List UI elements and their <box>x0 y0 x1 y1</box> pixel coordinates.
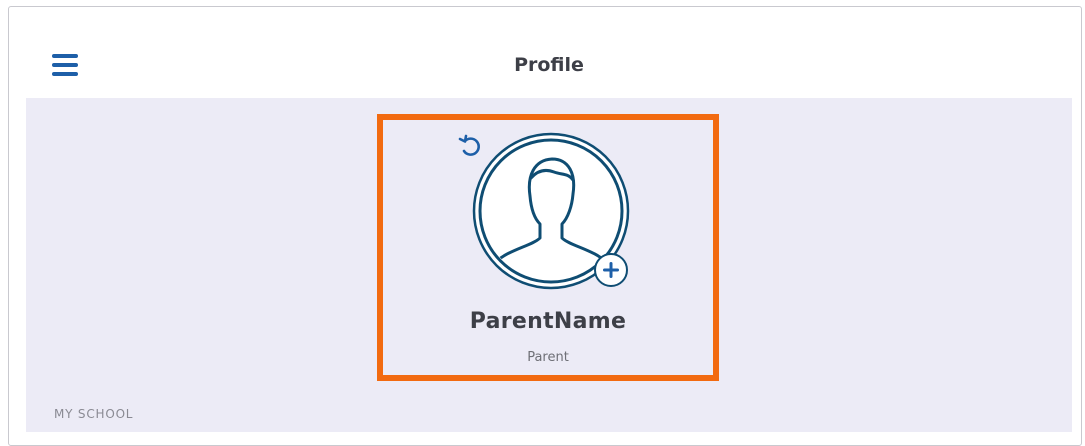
profile-role: Parent <box>527 350 569 365</box>
reset-avatar-button[interactable] <box>456 132 484 160</box>
undo-icon <box>458 134 480 156</box>
page-title: Profile <box>514 54 584 76</box>
section-label-my-school: MY SCHOOL <box>54 407 134 421</box>
app-header: Profile <box>26 32 1072 98</box>
plus-icon <box>594 253 628 287</box>
profile-name: ParentName <box>469 309 627 334</box>
add-photo-button[interactable] <box>593 252 629 288</box>
profile-screen: Profile ParentName Parent MY SCHOOL <box>26 32 1072 432</box>
